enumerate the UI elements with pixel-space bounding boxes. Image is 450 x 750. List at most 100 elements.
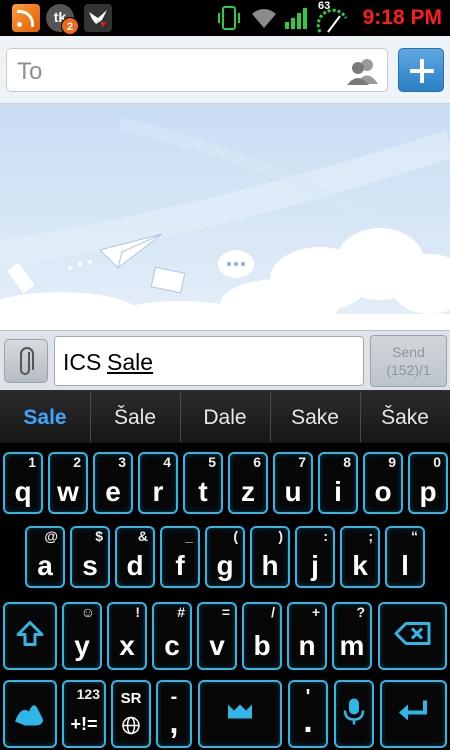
notification-badge: 2 [61, 17, 79, 35]
key-sub: ) [278, 528, 283, 544]
send-button[interactable]: Send (152)/1 [370, 335, 447, 387]
key-sub: $ [95, 528, 103, 544]
key-main: u [284, 476, 302, 507]
shift-key[interactable] [3, 602, 57, 670]
key-q[interactable]: 1q [3, 452, 43, 514]
key-sub: = [221, 604, 230, 620]
status-bar: tk 2 63 9:18 PM [0, 0, 450, 36]
suggestion-item[interactable]: Šale [90, 390, 180, 444]
enter-icon [382, 699, 445, 730]
key-s[interactable]: $ s [70, 526, 110, 588]
key-r[interactable]: 4r [138, 452, 178, 514]
sky-illustration [0, 118, 450, 330]
key-main: e [105, 476, 121, 507]
globe-icon [113, 716, 149, 741]
key-o[interactable]: 9o [363, 452, 403, 514]
enter-key[interactable] [380, 680, 447, 748]
microphone-key[interactable] [334, 680, 374, 748]
key-m[interactable]: ? m [332, 602, 372, 670]
recipient-input[interactable]: To [6, 48, 388, 92]
symbols-top: 123 [76, 686, 100, 702]
key-main: p [419, 476, 437, 507]
compose-bar: ICS Sale Send (152)/1 [0, 330, 450, 390]
key-main: m [339, 630, 365, 661]
key-sub: “ [411, 528, 418, 544]
key-a[interactable]: @ a [25, 526, 65, 588]
key-l[interactable]: “l [385, 526, 425, 588]
suggestion-item[interactable]: Sale [0, 390, 90, 444]
suggestion-item[interactable]: Sake [270, 390, 360, 444]
message-input[interactable]: ICS Sale [54, 336, 364, 386]
swype-key[interactable] [3, 680, 57, 748]
key-e[interactable]: 3e [93, 452, 133, 514]
key-sub: 3 [118, 454, 126, 470]
key-main: r [152, 476, 164, 507]
key-sub: 9 [388, 454, 396, 470]
key-b[interactable]: / b [242, 602, 282, 670]
key-sub: 0 [433, 454, 441, 470]
key-main: w [57, 476, 79, 507]
key-j[interactable]: :j [295, 526, 335, 588]
keyboard: 1q 2w 3e 4r 5t 6z 7u 8i 9o 0p @ a $ s & d _… [0, 444, 450, 750]
contacts-icon[interactable] [347, 57, 379, 85]
key-sub: ( [233, 528, 238, 544]
key-z[interactable]: 6z [228, 452, 268, 514]
recipient-placeholder: To [17, 58, 43, 85]
key-sub: 8 [343, 454, 351, 470]
key-h[interactable]: ) h [250, 526, 290, 588]
key-v[interactable]: = v [197, 602, 237, 670]
comma-key[interactable]: - , [156, 680, 192, 748]
key-k[interactable]: ; k [340, 526, 380, 588]
key-g[interactable]: (g [205, 526, 245, 588]
key-d[interactable]: & d [115, 526, 155, 588]
key-main: o [374, 476, 392, 507]
comma-main: , [169, 704, 179, 740]
key-main: t [198, 476, 208, 507]
symbols-key[interactable]: 123 +!= [62, 680, 106, 748]
pencil-icon [8, 263, 34, 293]
key-p[interactable]: 0p [408, 452, 448, 514]
key-main: v [209, 630, 225, 661]
symbols-bottom: +!= [70, 714, 98, 734]
key-main: a [37, 550, 53, 581]
language-label: SR [120, 690, 142, 707]
envelope-icon [150, 266, 186, 294]
key-main: z [241, 476, 255, 507]
key-f[interactable]: _ f [160, 526, 200, 588]
shift-arrow-icon [5, 621, 55, 652]
key-x[interactable]: ! x [107, 602, 147, 670]
recipient-bar: To [0, 36, 450, 104]
microphone-icon [336, 697, 372, 732]
key-sub: : [323, 528, 328, 544]
composing-word: Sale [107, 349, 154, 375]
key-n[interactable]: + n [287, 602, 327, 670]
key-y[interactable]: ☺ y [62, 602, 102, 670]
suggestion-item[interactable]: Dale [180, 390, 270, 444]
key-i[interactable]: 8i [318, 452, 358, 514]
key-sub: & [137, 528, 148, 544]
bird-app-icon [84, 4, 112, 32]
key-main: i [334, 476, 342, 507]
suggestion-item[interactable]: Šake [360, 390, 450, 444]
period-key[interactable]: ' . [288, 680, 328, 748]
key-w[interactable]: 2w [48, 452, 88, 514]
key-sub: 6 [253, 454, 261, 470]
period-main: . [303, 702, 313, 740]
add-recipient-button[interactable] [398, 48, 444, 92]
suggestion-bar: Sale Šale Dale Sake Šake [0, 390, 450, 444]
char-counter: (152)/1 [386, 362, 431, 378]
signal-icon [284, 6, 310, 35]
key-sub: / [271, 604, 275, 620]
key-c[interactable]: # c [152, 602, 192, 670]
language-key[interactable]: SR [111, 680, 151, 748]
key-main: n [298, 630, 316, 661]
backspace-icon [380, 622, 445, 651]
space-key[interactable] [198, 680, 282, 748]
key-t[interactable]: 5t [183, 452, 223, 514]
key-main: g [216, 550, 234, 581]
key-u[interactable]: 7u [273, 452, 313, 514]
space-bar-icon [200, 703, 280, 726]
key-sub: @ [44, 528, 58, 544]
attach-button[interactable] [4, 339, 48, 383]
backspace-key[interactable] [378, 602, 447, 670]
